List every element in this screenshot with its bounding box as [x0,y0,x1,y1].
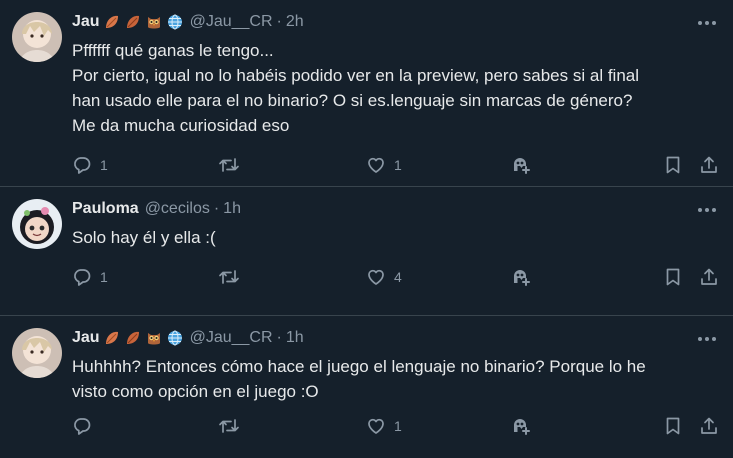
owl-emoji [145,329,163,347]
grok-icon [514,158,530,174]
share-icon [701,156,717,173]
avatar[interactable] [12,12,62,62]
heart-icon [368,157,384,173]
share-button[interactable] [699,416,719,436]
retweet-icon [219,270,239,284]
tweet-text-line: Por cierto, igual no lo habéis podido ve… [72,66,640,85]
timestamp[interactable]: 2h [286,13,304,31]
avatar[interactable] [12,199,62,249]
reply-icon [74,157,91,174]
like-button[interactable]: 4 [366,267,402,287]
display-name[interactable]: Pauloma [72,200,139,218]
like-count: 1 [394,157,402,173]
tweet[interactable]: Jau @Jau__CR · 1h Huhhhh? Entonces cómo … [0,316,733,458]
globe-emoji [166,329,184,347]
avatar[interactable] [12,328,62,378]
more-options-icon[interactable] [695,328,719,350]
share-icon [701,268,717,285]
reply-icon [74,418,91,435]
reply-button[interactable]: 1 [72,267,108,287]
share-button[interactable] [699,267,719,287]
grok-icon [514,270,530,286]
tweet-text-line: Me da mucha curiosidad eso [72,116,290,135]
handle[interactable]: @Jau__CR [190,13,273,31]
action-bar: 1 4 [72,265,719,289]
globe-emoji [166,13,184,31]
tweet[interactable]: Pauloma @cecilos · 1h Solo hay él y ella… [0,187,733,316]
like-button[interactable]: 1 [366,155,402,175]
reply-count: 1 [100,157,108,173]
bookmark-icon [666,156,680,174]
share-icon [701,417,717,434]
grok-button[interactable] [510,154,532,176]
separator-dot: · [276,13,282,30]
display-name[interactable]: Jau [72,329,100,347]
tweet[interactable]: Jau @Jau__CR · 2h Pffffff qué ganas le t… [0,0,733,187]
heart-icon [368,418,384,434]
heart-icon [368,269,384,285]
action-bar: 1 [72,414,719,438]
leaf-emoji [103,13,121,31]
tweet-text-line: visto como opción en el juego :O [72,382,319,401]
reply-icon [74,269,91,286]
separator-dot: · [213,200,220,217]
bookmark-icon [666,268,680,286]
reply-button[interactable] [72,416,100,436]
retweet-icon [219,419,239,433]
more-options-icon[interactable] [695,199,719,221]
bookmark-icon [666,417,680,435]
bookmark-button[interactable] [663,416,683,436]
tweet-text: Solo hay él y ella :( [72,225,713,250]
tweet-text-line: Solo hay él y ella :( [72,228,216,247]
reply-count: 1 [100,269,108,285]
leaf-emoji [124,329,142,347]
tweet-text-line: han usado elle para el no binario? O si … [72,91,633,110]
like-count: 4 [394,269,402,285]
reply-button[interactable]: 1 [72,155,108,175]
grok-button[interactable] [510,415,532,437]
action-bar: 1 1 [72,153,719,177]
handle[interactable]: @Jau__CR [190,329,273,347]
like-count: 1 [394,418,402,434]
tweet-text: Pffffff qué ganas le tengo... Por cierto… [72,38,713,138]
like-button[interactable]: 1 [366,416,402,436]
share-button[interactable] [699,155,719,175]
grok-button[interactable] [510,266,532,288]
retweet-button[interactable] [218,155,248,175]
grok-icon [514,419,530,435]
tweet-text-line: Pffffff qué ganas le tengo... [72,41,274,60]
display-name[interactable]: Jau [72,13,100,31]
retweet-icon [219,158,239,172]
tweet-text: Huhhhh? Entonces cómo hace el juego el l… [72,354,713,404]
owl-emoji [145,13,163,31]
bookmark-button[interactable] [663,267,683,287]
separator-dot: · [276,329,282,346]
more-options-icon[interactable] [695,12,719,34]
leaf-emoji [124,13,142,31]
leaf-emoji [103,329,121,347]
retweet-button[interactable] [218,267,248,287]
timestamp[interactable]: 1h [286,329,304,347]
retweet-button[interactable] [218,416,248,436]
tweet-text-line: Huhhhh? Entonces cómo hace el juego el l… [72,357,646,376]
bookmark-button[interactable] [663,155,683,175]
handle[interactable]: @cecilos [145,200,210,218]
timestamp[interactable]: 1h [223,200,241,218]
